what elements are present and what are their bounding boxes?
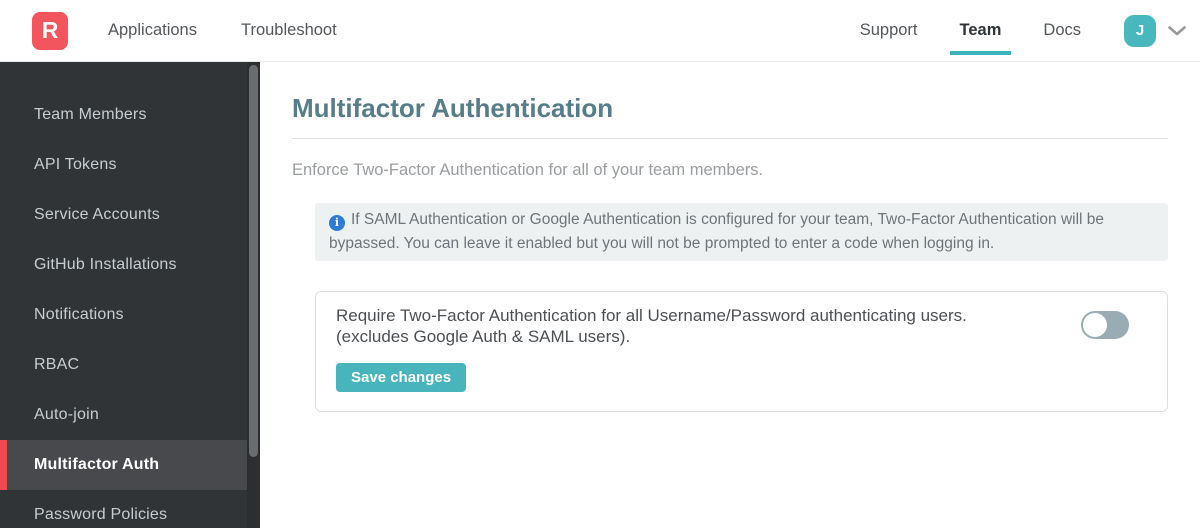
sidebar-item-github-installations[interactable]: GitHub Installations (0, 240, 260, 290)
primary-nav: Applications Troubleshoot (108, 0, 337, 61)
sidebar-item-auto-join[interactable]: Auto-join (0, 390, 260, 440)
secondary-nav: Support Team Docs J (860, 0, 1186, 61)
rollbar-logo[interactable]: R (32, 11, 68, 50)
sidebar-item-api-tokens[interactable]: API Tokens (0, 140, 260, 190)
user-menu[interactable]: J (1124, 14, 1186, 47)
setting-label-line2: (excludes Google Auth & SAML users). (336, 327, 631, 347)
title-divider (292, 138, 1168, 140)
main-content: Multifactor Authentication Enforce Two-F… (260, 62, 1200, 528)
setting-label-line1: Require Two-Factor Authentication for al… (336, 306, 967, 326)
sidebar-item-multifactor-auth[interactable]: Multifactor Auth (0, 440, 260, 490)
sidebar: Team Members API Tokens Service Accounts… (0, 62, 260, 528)
sidebar-item-notifications[interactable]: Notifications (0, 290, 260, 340)
info-banner-text: If SAML Authentication or Google Authent… (329, 211, 1105, 253)
nav-item-team[interactable]: Team (949, 0, 1012, 61)
nav-item-applications[interactable]: Applications (108, 0, 197, 61)
two-factor-toggle[interactable] (1081, 311, 1129, 340)
two-factor-setting-label: Require Two-Factor Authentication for al… (336, 305, 1147, 347)
page-layout: Team Members API Tokens Service Accounts… (0, 62, 1200, 528)
save-changes-button[interactable]: Save changes (336, 363, 467, 393)
top-navbar: R Applications Troubleshoot Support Team… (0, 0, 1200, 62)
nav-item-docs[interactable]: Docs (1043, 0, 1081, 61)
two-factor-setting-card: Require Two-Factor Authentication for al… (315, 291, 1168, 413)
sidebar-item-password-policies[interactable]: Password Policies (0, 490, 260, 528)
sidebar-item-rbac[interactable]: RBAC (0, 340, 260, 390)
sidebar-item-service-accounts[interactable]: Service Accounts (0, 190, 260, 240)
page-subtitle: Enforce Two-Factor Authentication for al… (292, 161, 764, 180)
nav-item-troubleshoot[interactable]: Troubleshoot (241, 0, 337, 61)
sidebar-scrollbar-track (247, 62, 260, 528)
nav-item-support[interactable]: Support (860, 0, 918, 61)
page-title: Multifactor Authentication (292, 93, 614, 123)
chevron-down-icon[interactable] (1168, 25, 1186, 36)
sidebar-item-team-members[interactable]: Team Members (0, 90, 260, 140)
info-icon: i (329, 215, 345, 232)
toggle-knob (1083, 313, 1107, 338)
avatar[interactable]: J (1124, 14, 1156, 47)
sidebar-scrollbar-thumb[interactable] (249, 65, 258, 457)
info-banner: i If SAML Authentication or Google Authen… (315, 203, 1168, 262)
